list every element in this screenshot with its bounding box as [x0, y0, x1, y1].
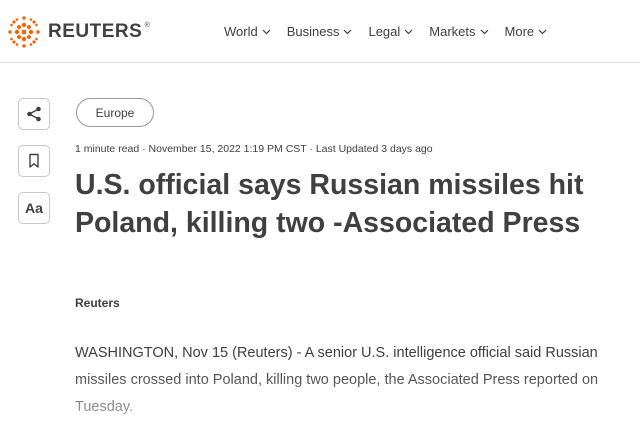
- chevron-down-icon: [538, 29, 547, 34]
- main-nav: World Business Legal Markets More: [224, 24, 563, 39]
- reuters-logo-icon: [8, 16, 40, 48]
- nav-item-markets[interactable]: Markets: [429, 24, 488, 39]
- share-icon: [27, 106, 41, 122]
- reuters-logo[interactable]: REUTERS ®: [6, 14, 150, 50]
- bookmark-icon: [29, 153, 39, 168]
- nav-item-label: World: [224, 24, 258, 39]
- nav-item-world[interactable]: World: [224, 24, 271, 39]
- chevron-down-icon: [404, 29, 413, 34]
- text-size-button[interactable]: Aa: [18, 192, 50, 224]
- article-meta: 1 minute read · November 15, 2022 1:19 P…: [75, 143, 433, 155]
- nav-item-legal[interactable]: Legal: [368, 24, 413, 39]
- brand-name: REUTERS: [48, 21, 143, 42]
- nav-item-label: Legal: [368, 24, 401, 39]
- site-header: REUTERS ® World Business Legal Markets Mo…: [0, 0, 640, 63]
- nav-item-label: Markets: [429, 24, 476, 39]
- logo-wordmark: REUTERS ®: [48, 21, 150, 43]
- share-button[interactable]: [18, 98, 50, 130]
- nav-item-label: Business: [286, 24, 340, 39]
- byline[interactable]: Reuters: [75, 296, 120, 310]
- chevron-down-icon: [344, 29, 352, 34]
- text-size-icon: Aa: [25, 200, 43, 216]
- chevron-down-icon: [262, 29, 271, 34]
- nav-item-label: More: [504, 24, 535, 39]
- nav-item-more[interactable]: More: [505, 24, 548, 39]
- bookmark-button[interactable]: [18, 145, 50, 177]
- page-title: U.S. official says Russian missiles hit …: [75, 169, 584, 239]
- chevron-down-icon: [480, 29, 488, 34]
- nav-item-business[interactable]: Business: [287, 24, 353, 39]
- registered-mark: ®: [144, 22, 151, 29]
- article-body: WASHINGTON, Nov 15 (Reuters) - A senior …: [75, 345, 599, 415]
- section-tag[interactable]: Europe: [76, 98, 154, 127]
